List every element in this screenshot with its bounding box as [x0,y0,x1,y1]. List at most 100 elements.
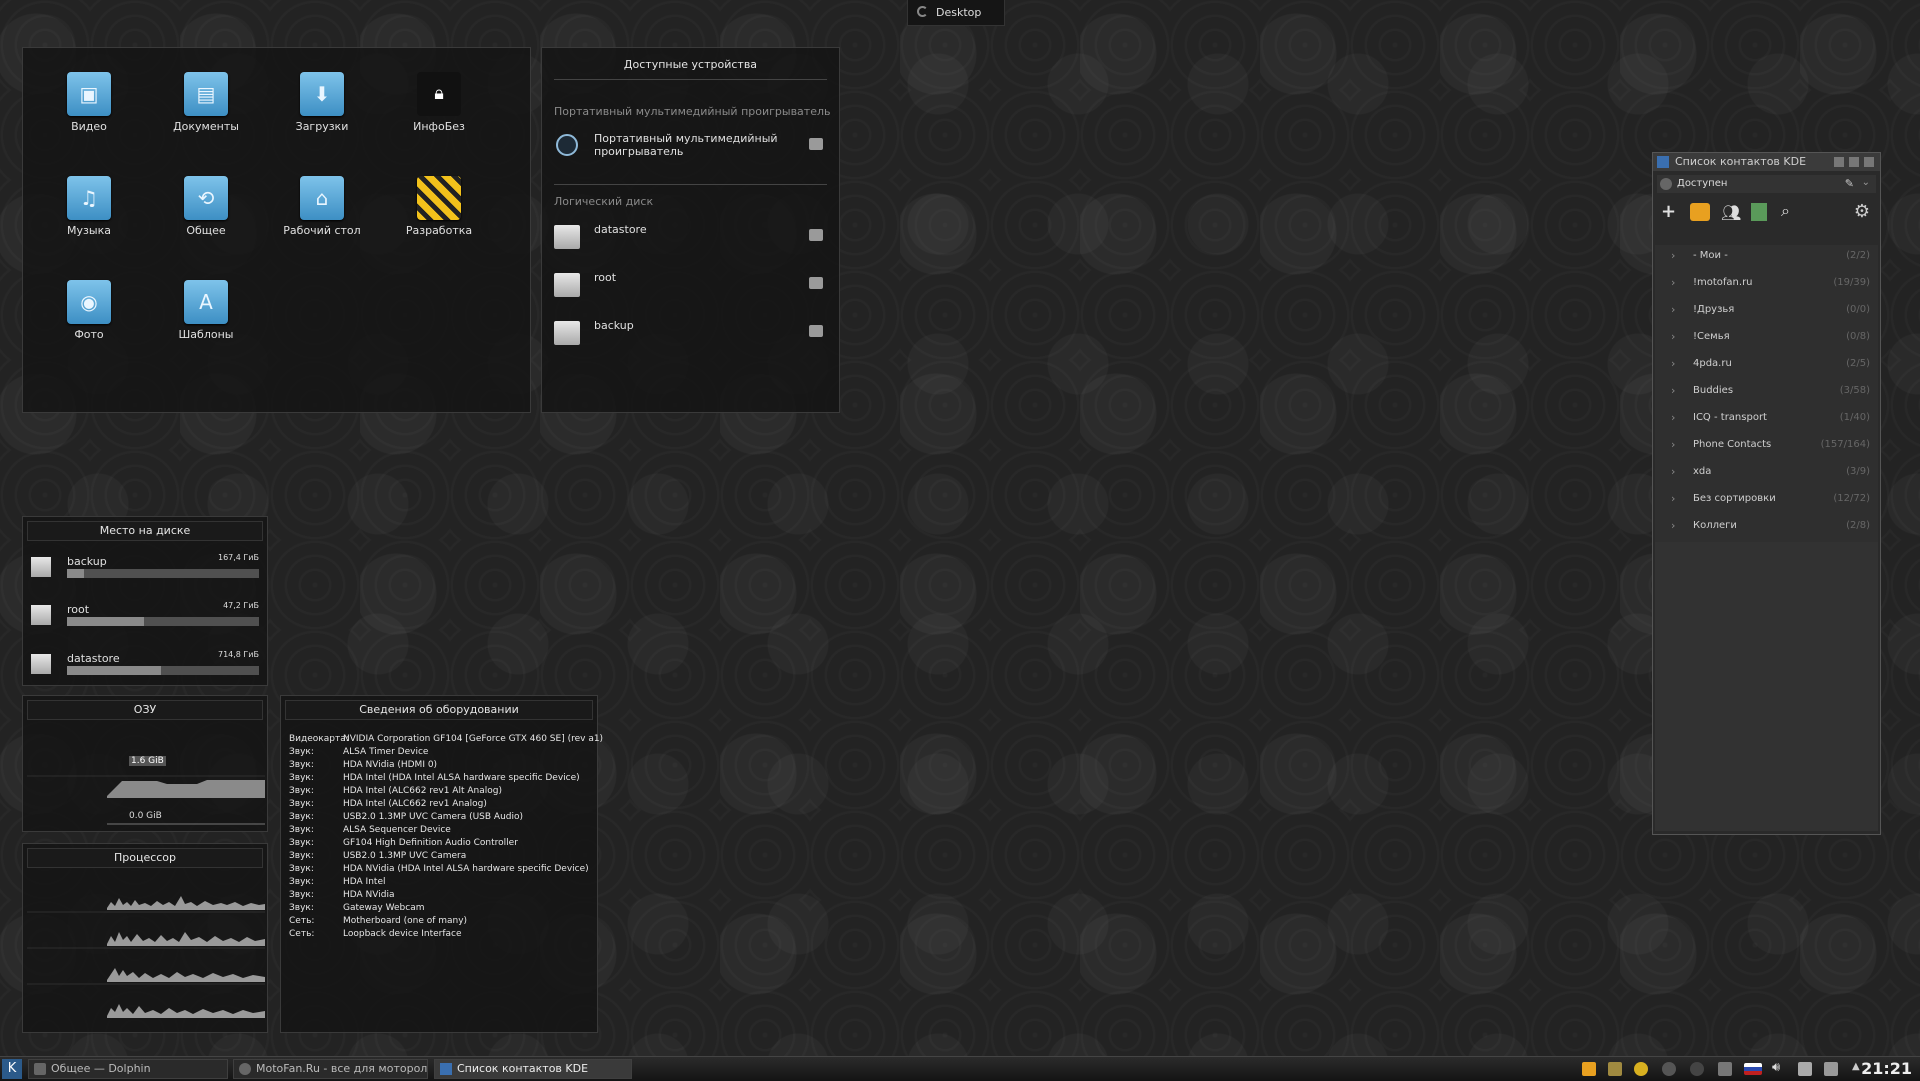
chevron-right-icon[interactable]: › [1671,384,1675,397]
ram-min-label: 0.0 GiB [129,811,162,821]
contact-group[interactable]: › Buddies (3/58) [1657,378,1876,404]
device-disk[interactable]: datastore [554,223,827,253]
eject-icon[interactable] [809,325,823,337]
disk-size: 47,2 ГиБ [223,601,259,610]
folder-shared[interactable]: ⟲ Общее [158,176,254,237]
disk-usage-bar [67,617,259,626]
group-count: (0/8) [1846,331,1870,342]
eject-icon[interactable] [809,229,823,241]
task-label: Список контактов KDE [457,1062,589,1075]
contact-group[interactable]: › ICQ - transport (1/40) [1657,405,1876,431]
device-name: datastore [594,223,647,236]
status-selector[interactable]: Доступен ✎ ⌄ [1657,175,1876,193]
folder-desktop[interactable]: ⌂ Рабочий стол [274,176,370,237]
clock[interactable]: 21:21 [1861,1059,1912,1078]
group-name: xda [1693,466,1712,477]
hardware-value: Loopback device Interface [343,929,462,939]
hardware-key: Звук: [289,838,314,848]
info-icon[interactable] [1751,203,1767,221]
users-icon[interactable]: 👥︎ [1721,203,1741,222]
contacts-titlebar[interactable]: Список контактов KDE [1653,153,1880,171]
group-name: !Семья [1693,331,1730,342]
folder-development[interactable]: Разработка [391,176,487,237]
task-contacts[interactable]: Список контактов KDE [434,1059,632,1079]
group-name: !Друзья [1693,304,1735,315]
tray-clipboard-icon[interactable] [1718,1062,1732,1076]
contact-group[interactable]: › !Семья (0/8) [1657,324,1876,350]
tray-monitor-icon[interactable] [1608,1062,1622,1076]
contact-group[interactable]: › Phone Contacts (157/164) [1657,432,1876,458]
tray-battery-icon[interactable] [1824,1062,1838,1076]
chevron-right-icon[interactable]: › [1671,438,1675,451]
chevron-right-icon[interactable]: › [1671,411,1675,424]
disk-row[interactable]: backup 167,4 ГиБ [31,553,259,587]
contact-group[interactable]: › - Мои - (2/2) [1657,243,1876,269]
kde-menu-icon[interactable]: K [2,1059,22,1079]
photo-folder-icon: ◉ [67,280,111,324]
tray-network-icon[interactable] [1798,1062,1812,1076]
disk-space-panel: Место на диске backup 167,4 ГиБ root 47,… [22,516,268,686]
tray-expand-icon[interactable]: ▲ [1852,1061,1860,1072]
disk-row[interactable]: root 47,2 ГиБ [31,601,259,635]
search-icon[interactable]: ⌕ [1781,201,1790,221]
tray-kopete-icon[interactable] [1582,1062,1596,1076]
hardware-value: Motherboard (one of many) [343,916,468,926]
hardware-value: USB2.0 1.3MP UVC Camera (USB Audio) [343,812,524,822]
groups-icon[interactable] [1690,203,1710,221]
chevron-down-icon[interactable]: ⌄ [1862,177,1870,188]
task-browser[interactable]: MotoFan.Ru - все для моторол... [233,1059,428,1079]
chevron-right-icon[interactable]: › [1671,519,1675,532]
contact-group[interactable]: › 4pda.ru (2/5) [1657,351,1876,377]
group-count: (3/9) [1846,466,1870,477]
tray-chat-icon[interactable] [1690,1062,1704,1076]
hard-disk-icon [554,273,580,297]
contact-group[interactable]: › !Друзья (0/0) [1657,297,1876,323]
hard-disk-icon [31,654,51,674]
gear-icon[interactable]: ⚙ [1854,201,1870,222]
contact-group[interactable]: › xda (3/9) [1657,459,1876,485]
folder-documents[interactable]: ▤ Документы [158,72,254,133]
device-disk[interactable]: backup [554,319,827,349]
task-dolphin[interactable]: Общее — Dolphin [28,1059,228,1079]
chevron-right-icon[interactable]: › [1671,330,1675,343]
hardware-value: HDA Intel (ALC662 rev1 Analog) [343,799,487,809]
folder-video[interactable]: ▣ Видео [41,72,137,133]
chevron-right-icon[interactable]: › [1671,357,1675,370]
maximize-icon[interactable] [1849,157,1859,167]
eject-icon[interactable] [809,277,823,289]
device-name: backup [594,319,634,332]
contact-group[interactable]: › Коллеги (2/8) [1657,513,1876,539]
device-player[interactable]: Портативный мультимедийный проигрыватель [554,132,827,162]
hardware-value: HDA Intel [343,877,386,887]
hardware-row: Звук: HDA NVidia (HDMI 0) [289,760,437,770]
hardware-key: Звук: [289,786,314,796]
folder-photo[interactable]: ◉ Фото [41,280,137,341]
add-icon[interactable]: + [1661,201,1676,222]
language-flag-icon[interactable] [1744,1063,1762,1075]
folder-infobez[interactable]: 🔒︎ ИнфоБез [391,72,487,133]
chevron-right-icon[interactable]: › [1671,465,1675,478]
desktop-tab[interactable]: Desktop [907,0,1005,26]
hardware-key: Звук: [289,877,314,887]
contact-group[interactable]: › Без сортировки (12/72) [1657,486,1876,512]
folder-templates[interactable]: A Шаблоны [158,280,254,341]
chevron-right-icon[interactable]: › [1671,492,1675,505]
disk-row[interactable]: datastore 714,8 ГиБ [31,650,259,684]
tray-bulb-icon[interactable] [1634,1062,1648,1076]
close-icon[interactable] [1864,157,1874,167]
hardware-row: Звук: HDA Intel (ALC662 rev1 Alt Analog) [289,786,502,796]
edit-icon[interactable]: ✎ [1845,177,1854,190]
device-disk[interactable]: root [554,271,827,301]
group-count: (3/58) [1839,385,1870,396]
contact-group[interactable]: › !motofan.ru (19/39) [1657,270,1876,296]
volume-icon[interactable]: 🔊︎ [1772,1060,1780,1075]
eject-icon[interactable] [809,138,823,150]
folder-downloads[interactable]: ⬇ Загрузки [274,72,370,133]
chevron-right-icon[interactable]: › [1671,303,1675,316]
chevron-right-icon[interactable]: › [1671,276,1675,289]
group-name: - Мои - [1693,250,1728,261]
folder-music[interactable]: ♫ Музыка [41,176,137,237]
minimize-icon[interactable] [1834,157,1844,167]
tray-info-icon[interactable] [1662,1062,1676,1076]
chevron-right-icon[interactable]: › [1671,249,1675,262]
